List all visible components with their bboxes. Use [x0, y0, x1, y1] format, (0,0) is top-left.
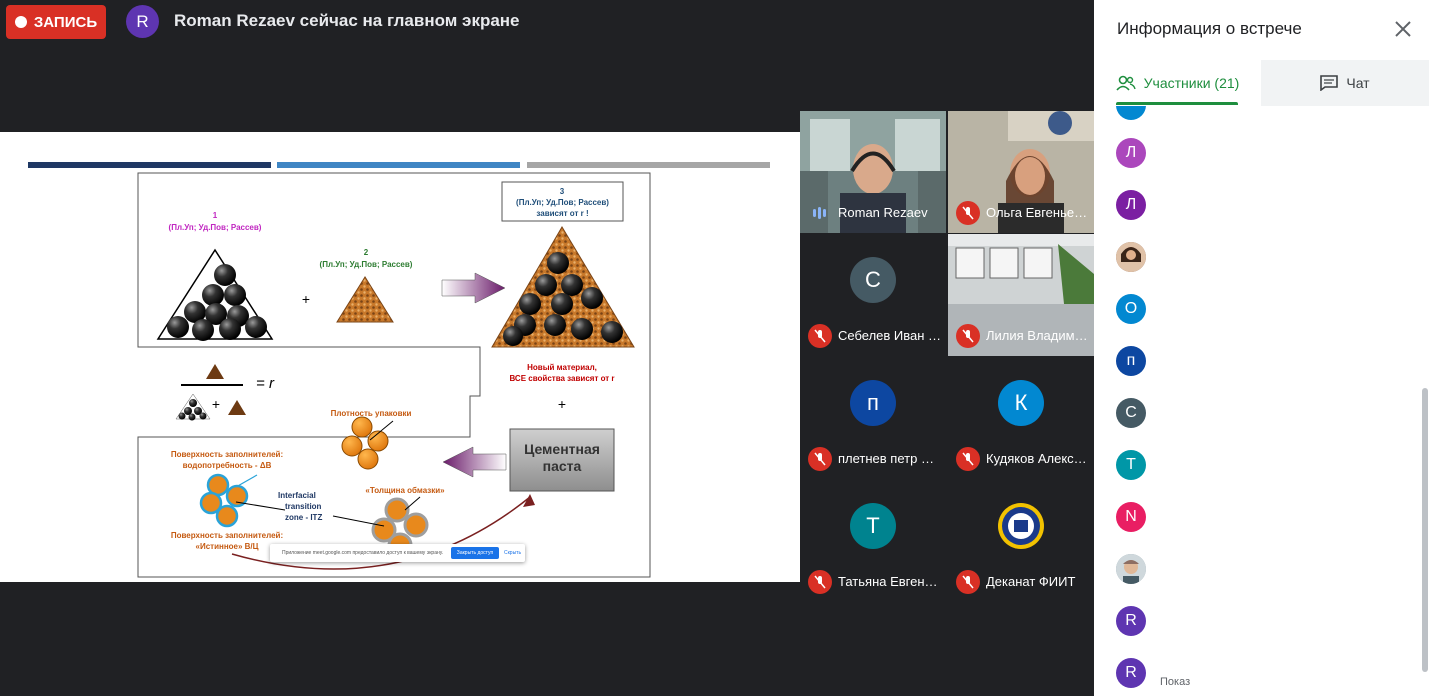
avatar[interactable]: N	[1116, 502, 1146, 532]
tab-chat-label: Чат	[1346, 75, 1370, 91]
avatar[interactable]	[1116, 242, 1146, 272]
user-photo	[1116, 554, 1146, 584]
avatar[interactable]: R	[1116, 606, 1146, 636]
surface-water-line1: Поверхность заполнителей:	[170, 450, 284, 459]
scrollbar[interactable]	[1422, 388, 1428, 672]
stop-sharing-button[interactable]: Закрыть доступ	[451, 547, 499, 559]
participant-tile[interactable]: Деканат ФИИТ	[948, 480, 1094, 602]
surface-true-line1: Поверхность заполнителей:	[170, 531, 284, 540]
slide-diagram	[137, 172, 651, 578]
participant-name: Деканат ФИИТ	[986, 574, 1076, 589]
participant-list: Л Л О п С Т N R R Показ	[1094, 106, 1429, 696]
surface-water-line2: водопотребность - ΔВ	[182, 461, 272, 470]
recording-badge[interactable]: ЗАПИСЬ	[6, 5, 106, 39]
tab-chat[interactable]: Чат	[1261, 60, 1429, 106]
participant-name: Кудяков Алекс…	[986, 451, 1087, 466]
packing-density-label: Плотность упаковки	[330, 409, 412, 418]
speaking-indicator-icon	[810, 205, 828, 221]
close-icon[interactable]	[1391, 17, 1415, 41]
shared-screen-slide: 1 (Пл.Уп; Уд.Пов; Рассев) 2 (Пл.Уп; Уд.П…	[0, 132, 800, 582]
meeting-details-panel: Информация о встрече Участники (21) Чат …	[1094, 0, 1429, 696]
participant-tile[interactable]: К Кудяков Алекс…	[948, 357, 1094, 479]
plus-sign: +	[211, 396, 221, 412]
label-3-props: (Пл.Уп; Уд.Пов; Рассев)	[516, 198, 609, 207]
label-1-props: (Пл.Уп; Уд.Пов; Рассев)	[168, 223, 262, 232]
mic-off-icon	[956, 324, 980, 348]
participant-tile[interactable]: Ольга Евгенье…	[948, 111, 1094, 233]
participant-tile[interactable]: Roman Rezaev	[800, 111, 946, 233]
label-2-props: (Пл.Уп; Уд.Пов; Рассев)	[319, 260, 413, 269]
top-bar: ЗАПИСЬ R Roman Rezaev сейчас на главном …	[0, 0, 1094, 44]
participant-name: Себелев Иван …	[838, 328, 942, 343]
avatar: R	[126, 5, 159, 38]
panel-title: Информация о встрече	[1117, 19, 1302, 38]
tab-participants[interactable]: Участники (21)	[1094, 60, 1261, 106]
avatar[interactable]: Л	[1116, 138, 1146, 168]
plus-sign: +	[301, 291, 311, 307]
avatar[interactable]: Л	[1116, 190, 1146, 220]
notice-text: Приложение meet.google.com предоставило …	[282, 550, 444, 556]
label-3-num: 3	[559, 187, 565, 196]
avatar: п	[850, 380, 896, 426]
recording-label: ЗАПИСЬ	[33, 13, 98, 31]
seal-icon	[1002, 507, 1040, 545]
tab-participants-label: Участники (21)	[1143, 75, 1240, 91]
label-3-dep: зависят от r !	[536, 209, 589, 218]
avatar[interactable]	[1116, 554, 1146, 584]
participant-name: Лилия Владим…	[986, 328, 1088, 343]
equals-r: = r	[256, 375, 274, 392]
itz-line2: transition	[285, 502, 322, 511]
screen-share-notice: Приложение meet.google.com предоставило …	[270, 544, 525, 562]
itz-line3: zone - ITZ	[285, 513, 323, 522]
participant-tile[interactable]: Т Татьяна Евген…	[800, 480, 946, 602]
avatar	[1116, 106, 1146, 120]
mic-off-icon	[956, 447, 980, 471]
new-material-line2: ВСЕ свойства зависят от r	[509, 374, 615, 383]
label-1-num: 1	[212, 211, 218, 220]
participant-tile[interactable]: С Себелев Иван …	[800, 234, 946, 356]
record-icon	[14, 16, 27, 28]
people-icon	[1116, 75, 1136, 91]
hide-notice-link[interactable]: Скрыть	[504, 550, 521, 556]
participant-name: Roman Rezaev	[838, 205, 928, 220]
mic-off-icon	[808, 447, 832, 471]
mic-off-icon	[808, 570, 832, 594]
chat-icon	[1320, 75, 1339, 91]
plus-sign: +	[557, 396, 567, 412]
participant-name: Ольга Евгенье…	[986, 205, 1088, 220]
participant-name: Татьяна Евген…	[838, 574, 938, 589]
participant-tile[interactable]: п плетнев петр …	[800, 357, 946, 479]
participant-subtext: Показ	[1160, 676, 1191, 688]
label-2-num: 2	[363, 248, 369, 257]
avatar[interactable]: Т	[1116, 450, 1146, 480]
university-logo	[998, 503, 1044, 549]
presenter-status: Roman Rezaev сейчас на главном экране	[174, 11, 520, 30]
avatar[interactable]: С	[1116, 398, 1146, 428]
cement-paste-label: Цементная паста	[524, 441, 600, 474]
mic-off-icon	[956, 570, 980, 594]
new-material-line1: Новый материал,	[527, 363, 597, 372]
mic-off-icon	[808, 324, 832, 348]
user-photo	[1116, 242, 1146, 272]
avatar[interactable]: О	[1116, 294, 1146, 324]
mic-off-icon	[956, 201, 980, 225]
active-tab-indicator	[1116, 102, 1238, 105]
avatar: Т	[850, 503, 896, 549]
coating-label: «Толщина обмазки»	[365, 486, 445, 495]
avatar[interactable]: R	[1116, 658, 1146, 688]
participant-tile[interactable]: Лилия Владим…	[948, 234, 1094, 356]
avatar[interactable]: п	[1116, 346, 1146, 376]
avatar: С	[850, 257, 896, 303]
avatar: К	[998, 380, 1044, 426]
participant-name: плетнев петр …	[838, 451, 934, 466]
itz-line1: Interfacial	[278, 491, 316, 500]
